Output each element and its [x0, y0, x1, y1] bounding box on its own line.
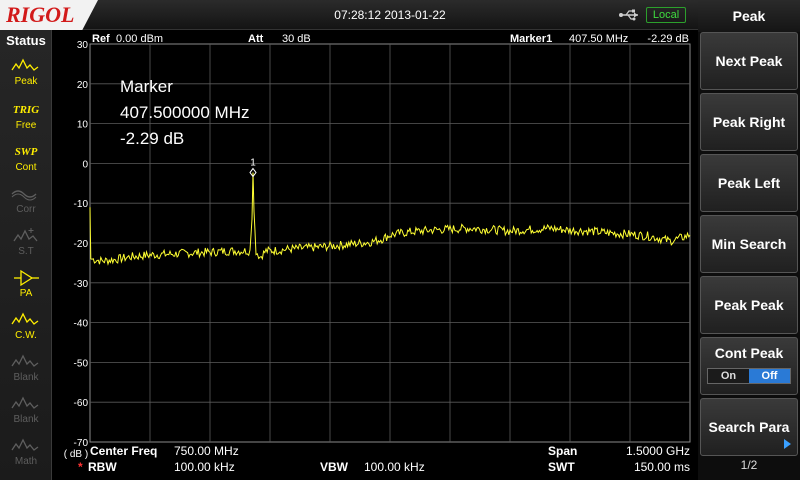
cont-peak-button[interactable]: Cont Peak On Off [700, 337, 798, 395]
y-tick-label: -30 [74, 279, 89, 290]
y-tick-label: -20 [74, 239, 89, 250]
vbw-label: VBW [320, 460, 348, 474]
cont-peak-on[interactable]: On [708, 369, 749, 383]
rbw-coupled-star: * [78, 460, 83, 474]
swt-label: SWT [548, 460, 575, 474]
peak-left-button[interactable]: Peak Left [700, 154, 798, 212]
center-freq-label: Center Freq [90, 444, 158, 458]
status-trace-blank-2: Blank [6, 394, 46, 432]
marker-readout-freq: 407.500000 MHz [120, 103, 250, 122]
top-bar: RIGOL 07:28:12 2013-01-22 Local [0, 0, 698, 30]
rbw-label: RBW [88, 460, 117, 474]
swt-value: 150.00 ms [633, 460, 690, 474]
search-para-button[interactable]: Search Para [700, 398, 798, 456]
vbw-value: 100.00 kHz [364, 460, 425, 474]
span-value: 1.5000 GHz [625, 444, 690, 458]
preamp-icon [14, 269, 39, 287]
menu-title: Peak [698, 0, 800, 32]
marker-readout-amp: -2.29 dB [120, 129, 185, 148]
rbw-value: 100.00 kHz [174, 460, 235, 474]
cont-peak-toggle[interactable]: On Off [707, 368, 791, 384]
marker-readout: Marker 407.500000 MHz -2.29 dB [120, 74, 249, 152]
peak-right-button[interactable]: Peak Right [700, 93, 798, 151]
status-title: Status [6, 33, 46, 48]
status-preamp: PA [6, 268, 46, 306]
att-value: 30 dB [282, 33, 311, 45]
marker1-label: Marker1 [510, 33, 552, 45]
y-tick-label: -60 [74, 398, 89, 409]
spectrum-display: Ref 0.00 dBm Att 30 dB Marker1 407.50 MH… [52, 30, 698, 480]
y-axis-labels: 3020100-10-20-30-40-50-60-70 [74, 40, 89, 449]
ref-value: 0.00 dBm [116, 33, 163, 45]
status-source-tracking: S.T [6, 226, 46, 264]
marker1-amp: -2.29 dB [647, 33, 689, 45]
trig-icon: TRIG [12, 104, 40, 116]
math-icon [11, 438, 39, 451]
next-peak-button[interactable]: Next Peak [700, 32, 798, 90]
y-tick-label: -40 [74, 319, 89, 330]
marker1-freq: 407.50 MHz [569, 33, 628, 45]
status-panel: Status Peak TRIG Free SWP Cont Corr S.T [0, 30, 52, 480]
y-tick-label: 0 [82, 159, 88, 170]
y-tick-label: 20 [77, 80, 89, 91]
ref-label: Ref [92, 33, 110, 45]
correction-icon [11, 190, 37, 201]
bottom-info-bar: Center Freq 750.00 MHz Span 1.5000 GHz *… [52, 444, 698, 480]
status-trace-cw: C.W. [6, 310, 46, 348]
submenu-arrow-icon [784, 439, 791, 449]
marker-number: 1 [250, 158, 256, 169]
brand-logo: RIGOL [0, 0, 98, 30]
usb-icon [619, 9, 638, 21]
peak-icon [11, 58, 39, 71]
status-sweep: SWP Cont [6, 142, 46, 180]
att-label: Att [248, 33, 264, 45]
span-label: Span [548, 444, 578, 458]
y-tick-label: -50 [74, 358, 89, 369]
y-tick-label: -10 [74, 199, 89, 210]
trace-cw-icon [11, 312, 39, 325]
source-tracking-icon [13, 228, 38, 242]
trace-blank-icon [11, 396, 39, 409]
page-indicator: 1/2 [740, 458, 758, 472]
y-tick-label: 30 [77, 40, 89, 51]
status-correction: Corr [6, 184, 46, 222]
sweep-icon: SWP [14, 146, 38, 158]
date-time: 07:28:12 2013-01-22 [334, 8, 446, 22]
center-freq-value: 750.00 MHz [174, 444, 239, 458]
min-search-button[interactable]: Min Search [700, 215, 798, 273]
status-trace-blank-1: Blank [6, 352, 46, 390]
y-tick-label: 10 [77, 120, 89, 131]
status-math: Math [6, 436, 46, 474]
trace-blank-icon [11, 354, 39, 367]
peak-peak-button[interactable]: Peak Peak [700, 276, 798, 334]
brand-text: RIGOL [6, 2, 75, 27]
status-trigger: TRIG Free [6, 100, 46, 138]
softkey-panel: Peak Next Peak Peak Right Peak Left Min … [698, 0, 800, 480]
local-status-badge: Local [646, 7, 686, 23]
cont-peak-off[interactable]: Off [749, 369, 790, 383]
marker-readout-title: Marker [120, 77, 173, 96]
status-peak: Peak [6, 56, 46, 94]
